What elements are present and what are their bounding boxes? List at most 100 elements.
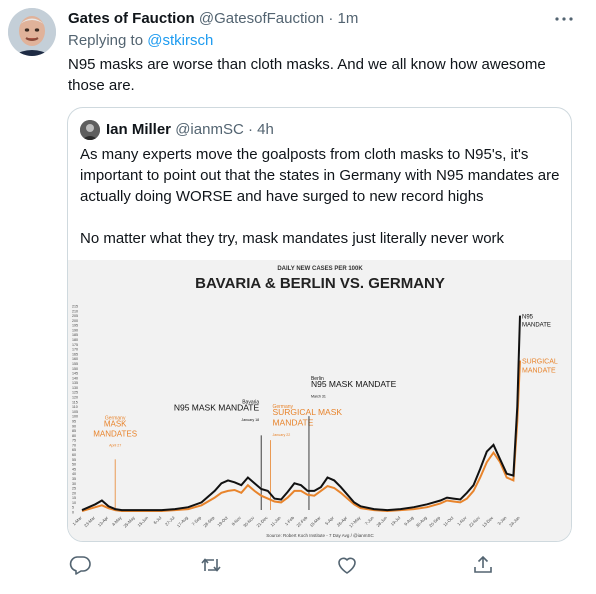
- x-tick-label: 23-Mar: [83, 515, 96, 528]
- y-tick-label: 140: [72, 376, 78, 380]
- x-tick-label: 3-Jan: [496, 515, 507, 526]
- y-tick-label: 125: [72, 391, 78, 395]
- retweet-icon[interactable]: [199, 553, 223, 577]
- x-tick-label: 30-Nov: [242, 515, 256, 529]
- quoted-paragraph-2: No matter what they try, mask mandates j…: [80, 230, 505, 247]
- y-tick-label: 175: [72, 343, 78, 347]
- tweet-text: N95 masks are worse than cloth masks. An…: [68, 56, 546, 94]
- x-tick-label: 7-Jun: [364, 515, 375, 526]
- annotation-label: MANDATE: [272, 418, 313, 428]
- x-tick-label: 1-Mar: [71, 515, 83, 527]
- y-tick-label: 120: [72, 396, 78, 400]
- y-tick-label: 110: [72, 405, 78, 409]
- author-handle[interactable]: @GatesofFauction: [199, 10, 324, 27]
- quoted-header: Ian Miller @ianmSC · 4h: [106, 120, 274, 140]
- y-tick-label: 155: [72, 362, 78, 366]
- x-tick-label: 1-Nov: [456, 515, 468, 527]
- x-tick-label: 30-Aug: [415, 515, 429, 529]
- x-tick-label: 5-Apr: [324, 515, 335, 526]
- x-tick-label: 15-Mar: [309, 515, 322, 528]
- y-tick-label: 20: [72, 491, 76, 495]
- y-tick-label: 210: [72, 309, 78, 313]
- annotation-label: MASK: [104, 419, 127, 428]
- x-tick-label: 13-Apr: [97, 515, 110, 528]
- annotation-label: SURGICAL MASK: [272, 407, 342, 417]
- y-tick-label: 70: [72, 443, 76, 447]
- y-tick-label: 45: [72, 467, 76, 471]
- y-tick-label: 160: [72, 357, 78, 361]
- y-tick-label: 50: [72, 463, 76, 467]
- y-tick-label: 145: [72, 372, 78, 376]
- quoted-author-name[interactable]: Ian Miller: [106, 121, 171, 138]
- x-tick-label: 20-Sep: [428, 515, 442, 529]
- y-tick-label: 215: [72, 305, 78, 309]
- y-tick-label: 165: [72, 352, 78, 356]
- x-tick-label: 15-Jun: [136, 515, 149, 528]
- quoted-time[interactable]: 4h: [257, 121, 274, 138]
- cases-chart: 0510152025303540455055606570758085909510…: [71, 266, 557, 538]
- y-tick-label: 100: [72, 415, 78, 419]
- x-tick-label: 22-Feb: [295, 515, 308, 528]
- x-tick-label: 26-Apr: [336, 515, 349, 528]
- reply-icon[interactable]: [68, 553, 92, 577]
- y-tick-label: 95: [72, 419, 76, 423]
- share-icon[interactable]: [471, 553, 495, 577]
- quoted-paragraph-1: As many experts move the goalposts from …: [80, 146, 560, 205]
- tweet-actions: [68, 553, 568, 577]
- y-tick-label: 105: [72, 410, 78, 414]
- x-tick-label: 25-May: [122, 515, 136, 529]
- x-tick-label: 13-Dec: [481, 515, 494, 528]
- y-tick-label: 0: [72, 511, 74, 515]
- quoted-tweet[interactable]: Ian Miller @ianmSC · 4h As many experts …: [67, 107, 572, 542]
- x-tick-label: 28-Jun: [375, 515, 388, 528]
- more-options-icon[interactable]: [552, 10, 576, 28]
- y-tick-label: 200: [72, 319, 78, 323]
- x-tick-label: 9-Nov: [231, 515, 243, 527]
- y-tick-label: 85: [72, 429, 76, 433]
- x-tick-label: 9-Aug: [403, 515, 415, 527]
- x-tick-label: 17-May: [348, 515, 362, 529]
- annotation-label: MANDATE: [522, 323, 551, 329]
- y-tick-label: 25: [72, 487, 76, 491]
- annotation-date: January 22: [272, 433, 290, 437]
- tweet-time[interactable]: 1m: [338, 10, 359, 27]
- x-tick-label: 27-Jul: [164, 515, 176, 527]
- quoted-author-handle[interactable]: @ianmSC: [175, 121, 244, 138]
- separator-dot: ·: [328, 10, 334, 27]
- quoted-avatar[interactable]: [80, 120, 100, 140]
- annotation-label: MANDATES: [93, 429, 137, 438]
- x-tick-label: 6-Jul: [152, 515, 162, 525]
- x-tick-label: 11-Oct: [442, 515, 455, 528]
- reply-mention-link[interactable]: @stkirsch: [147, 32, 213, 49]
- y-tick-label: 195: [72, 324, 78, 328]
- author-name[interactable]: Gates of Fauction: [68, 10, 195, 27]
- x-tick-label: 1-Feb: [284, 515, 296, 527]
- y-tick-label: 15: [72, 496, 76, 500]
- y-tick-label: 30: [72, 482, 76, 486]
- y-tick-label: 130: [72, 386, 78, 390]
- avatar[interactable]: [8, 8, 56, 56]
- y-tick-label: 185: [72, 333, 78, 337]
- x-tick-label: 17-Aug: [176, 515, 190, 529]
- y-tick-label: 170: [72, 348, 78, 352]
- chart-subtitle: DAILY NEW CASES PER 100K: [277, 266, 363, 272]
- annotation-label: MANDATE: [522, 368, 556, 375]
- replying-to-label: Replying to: [68, 32, 144, 49]
- y-tick-label: 10: [72, 501, 76, 505]
- y-tick-label: 205: [72, 314, 78, 318]
- annotation-label: N95 MASK MANDATE: [174, 402, 260, 412]
- quoted-separator-dot: ·: [247, 121, 253, 138]
- x-tick-label: 21-Dec: [255, 515, 268, 528]
- chart-source: Source: Robert Koch Institute - 7 Day Av…: [266, 533, 374, 538]
- like-icon[interactable]: [335, 553, 359, 577]
- y-tick-label: 40: [72, 472, 76, 476]
- y-tick-label: 35: [72, 477, 76, 481]
- chart-title: BAVARIA & BERLIN VS. GERMANY: [195, 275, 445, 292]
- x-tick-label: 19-Jul: [390, 515, 402, 527]
- chart-image[interactable]: 0 5 10 15 20 25 30 35 40 45 50 55 60 65 70 75 80 85 90 95 10…: [68, 260, 571, 541]
- annotation-date: January 18: [241, 418, 259, 422]
- x-tick-label: 19-Oct: [216, 515, 229, 528]
- x-tick-label: 7-Sep: [191, 515, 203, 527]
- y-tick-label: 55: [72, 458, 76, 462]
- y-tick-label: 180: [72, 338, 78, 342]
